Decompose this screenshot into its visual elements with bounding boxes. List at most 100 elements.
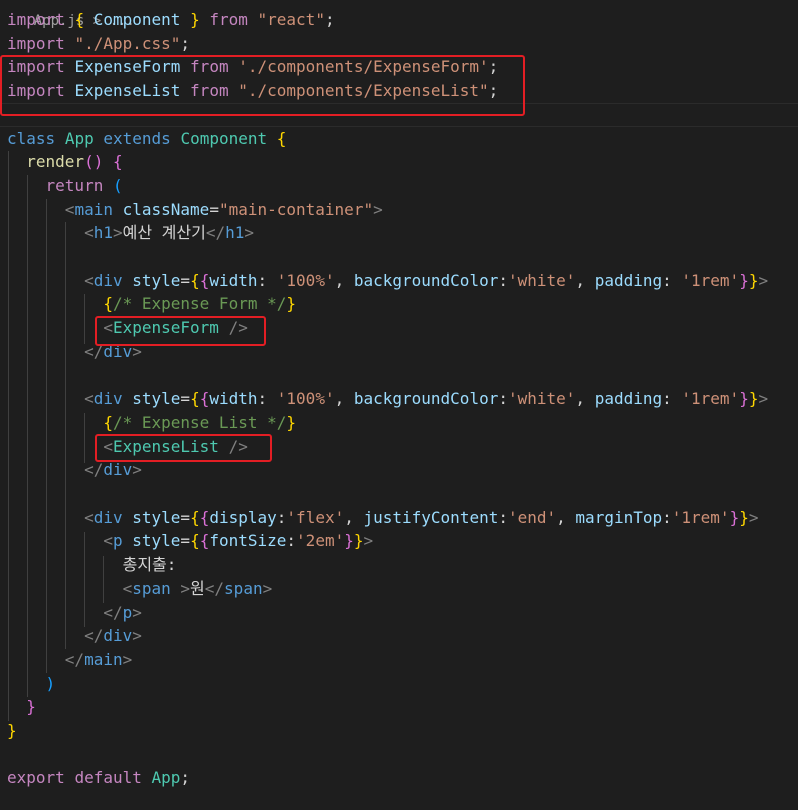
- code-token: ,: [344, 507, 364, 527]
- code-line[interactable]: </main>: [7, 648, 798, 672]
- code-token: >: [132, 602, 142, 622]
- code-token: 예산 계산기: [122, 223, 206, 243]
- code-token: justifyContent: [363, 507, 499, 527]
- code-token: 'white': [507, 389, 576, 409]
- code-line[interactable]: [7, 482, 798, 506]
- code-token: span: [132, 578, 171, 598]
- code-line[interactable]: </div>: [7, 624, 798, 648]
- code-token: '1rem': [671, 507, 730, 527]
- code-token: }: [739, 507, 749, 527]
- code-token: }: [190, 10, 200, 29]
- code-line[interactable]: 총지출:: [7, 553, 798, 577]
- code-line[interactable]: {/* Expense Form */}: [7, 292, 798, 316]
- code-line[interactable]: {/* Expense List */}: [7, 411, 798, 435]
- code-token: class: [7, 128, 56, 148]
- code-token: ,: [556, 507, 576, 527]
- code-line[interactable]: [7, 245, 798, 269]
- code-token: {: [190, 507, 200, 527]
- code-token: div: [103, 626, 133, 646]
- code-token: ): [45, 673, 56, 693]
- code-line[interactable]: <div style={{width: '100%', backgroundCo…: [7, 387, 798, 411]
- code-line[interactable]: render() {: [7, 150, 798, 174]
- code-token: return: [45, 175, 104, 195]
- code-line[interactable]: import { Component } from "react";: [7, 8, 798, 32]
- code-token: }: [344, 531, 354, 551]
- code-token: :: [498, 389, 508, 409]
- code-line[interactable]: return (: [7, 174, 798, 198]
- code-line[interactable]: <h1>예산 계산기</h1>: [7, 221, 798, 245]
- code-token: '100%': [276, 389, 335, 409]
- code-token: >: [758, 389, 769, 409]
- code-line[interactable]: }: [7, 719, 798, 743]
- code-token: }: [286, 412, 296, 432]
- code-line[interactable]: ): [7, 672, 798, 696]
- highlight-box-imports: [0, 55, 525, 116]
- code-line[interactable]: <div style={{width: '100%', backgroundCo…: [7, 269, 798, 293]
- code-token: >: [262, 578, 273, 598]
- code-token: {: [199, 270, 210, 290]
- code-token: "main-container": [218, 199, 374, 219]
- code-token: style: [132, 389, 181, 409]
- code-token: }: [353, 531, 364, 551]
- code-token: import: [7, 10, 65, 29]
- code-token: div: [103, 460, 133, 480]
- code-line[interactable]: [7, 743, 798, 767]
- code-token: "./App.css": [74, 33, 181, 53]
- code-token: ,: [334, 389, 354, 409]
- code-token: padding: [594, 270, 663, 290]
- indent-guide: [65, 222, 66, 649]
- code-line[interactable]: <main className="main-container">: [7, 198, 798, 222]
- code-token: ,: [575, 389, 595, 409]
- code-token: }: [739, 389, 749, 409]
- indent-guide: [84, 532, 85, 627]
- code-token: p: [122, 602, 133, 622]
- code-token: {: [112, 152, 123, 172]
- code-token: ;: [180, 33, 191, 53]
- code-line[interactable]: [7, 364, 798, 388]
- code-token: >: [373, 199, 383, 219]
- code-token: div: [93, 270, 123, 290]
- code-line[interactable]: class App extends Component {: [7, 127, 798, 151]
- code-token: :: [257, 389, 277, 409]
- code-token: Component: [180, 128, 268, 148]
- code-token: 원: [190, 578, 205, 598]
- code-token: <: [122, 578, 133, 598]
- code-token: style: [132, 507, 181, 527]
- code-line[interactable]: import "./App.css";: [7, 32, 798, 56]
- code-token: <: [84, 270, 94, 290]
- code-token: export: [7, 768, 65, 788]
- code-token: App: [64, 128, 94, 148]
- code-editor[interactable]: App.js > ... import { Component } from "…: [0, 0, 798, 810]
- code-token: ,: [334, 270, 354, 290]
- code-token: =: [180, 270, 191, 290]
- code-token: marginTop: [575, 507, 663, 527]
- code-token: h1: [225, 223, 245, 243]
- code-token: <: [84, 389, 94, 409]
- code-line[interactable]: }: [7, 695, 798, 719]
- code-token: h1: [93, 223, 113, 243]
- code-token: :: [276, 507, 287, 527]
- code-token: "react": [257, 10, 325, 29]
- code-token: {: [199, 507, 210, 527]
- code-line[interactable]: <div style={{display:'flex', justifyCont…: [7, 506, 798, 530]
- code-token: backgroundColor: [353, 270, 499, 290]
- code-token: {: [190, 531, 200, 551]
- code-line[interactable]: export default App;: [7, 766, 798, 790]
- code-token: :: [662, 389, 682, 409]
- code-line[interactable]: </p>: [7, 601, 798, 625]
- code-line[interactable]: <span >원</span>: [7, 577, 798, 601]
- code-line[interactable]: <p style={{fontSize:'2em'}}>: [7, 529, 798, 553]
